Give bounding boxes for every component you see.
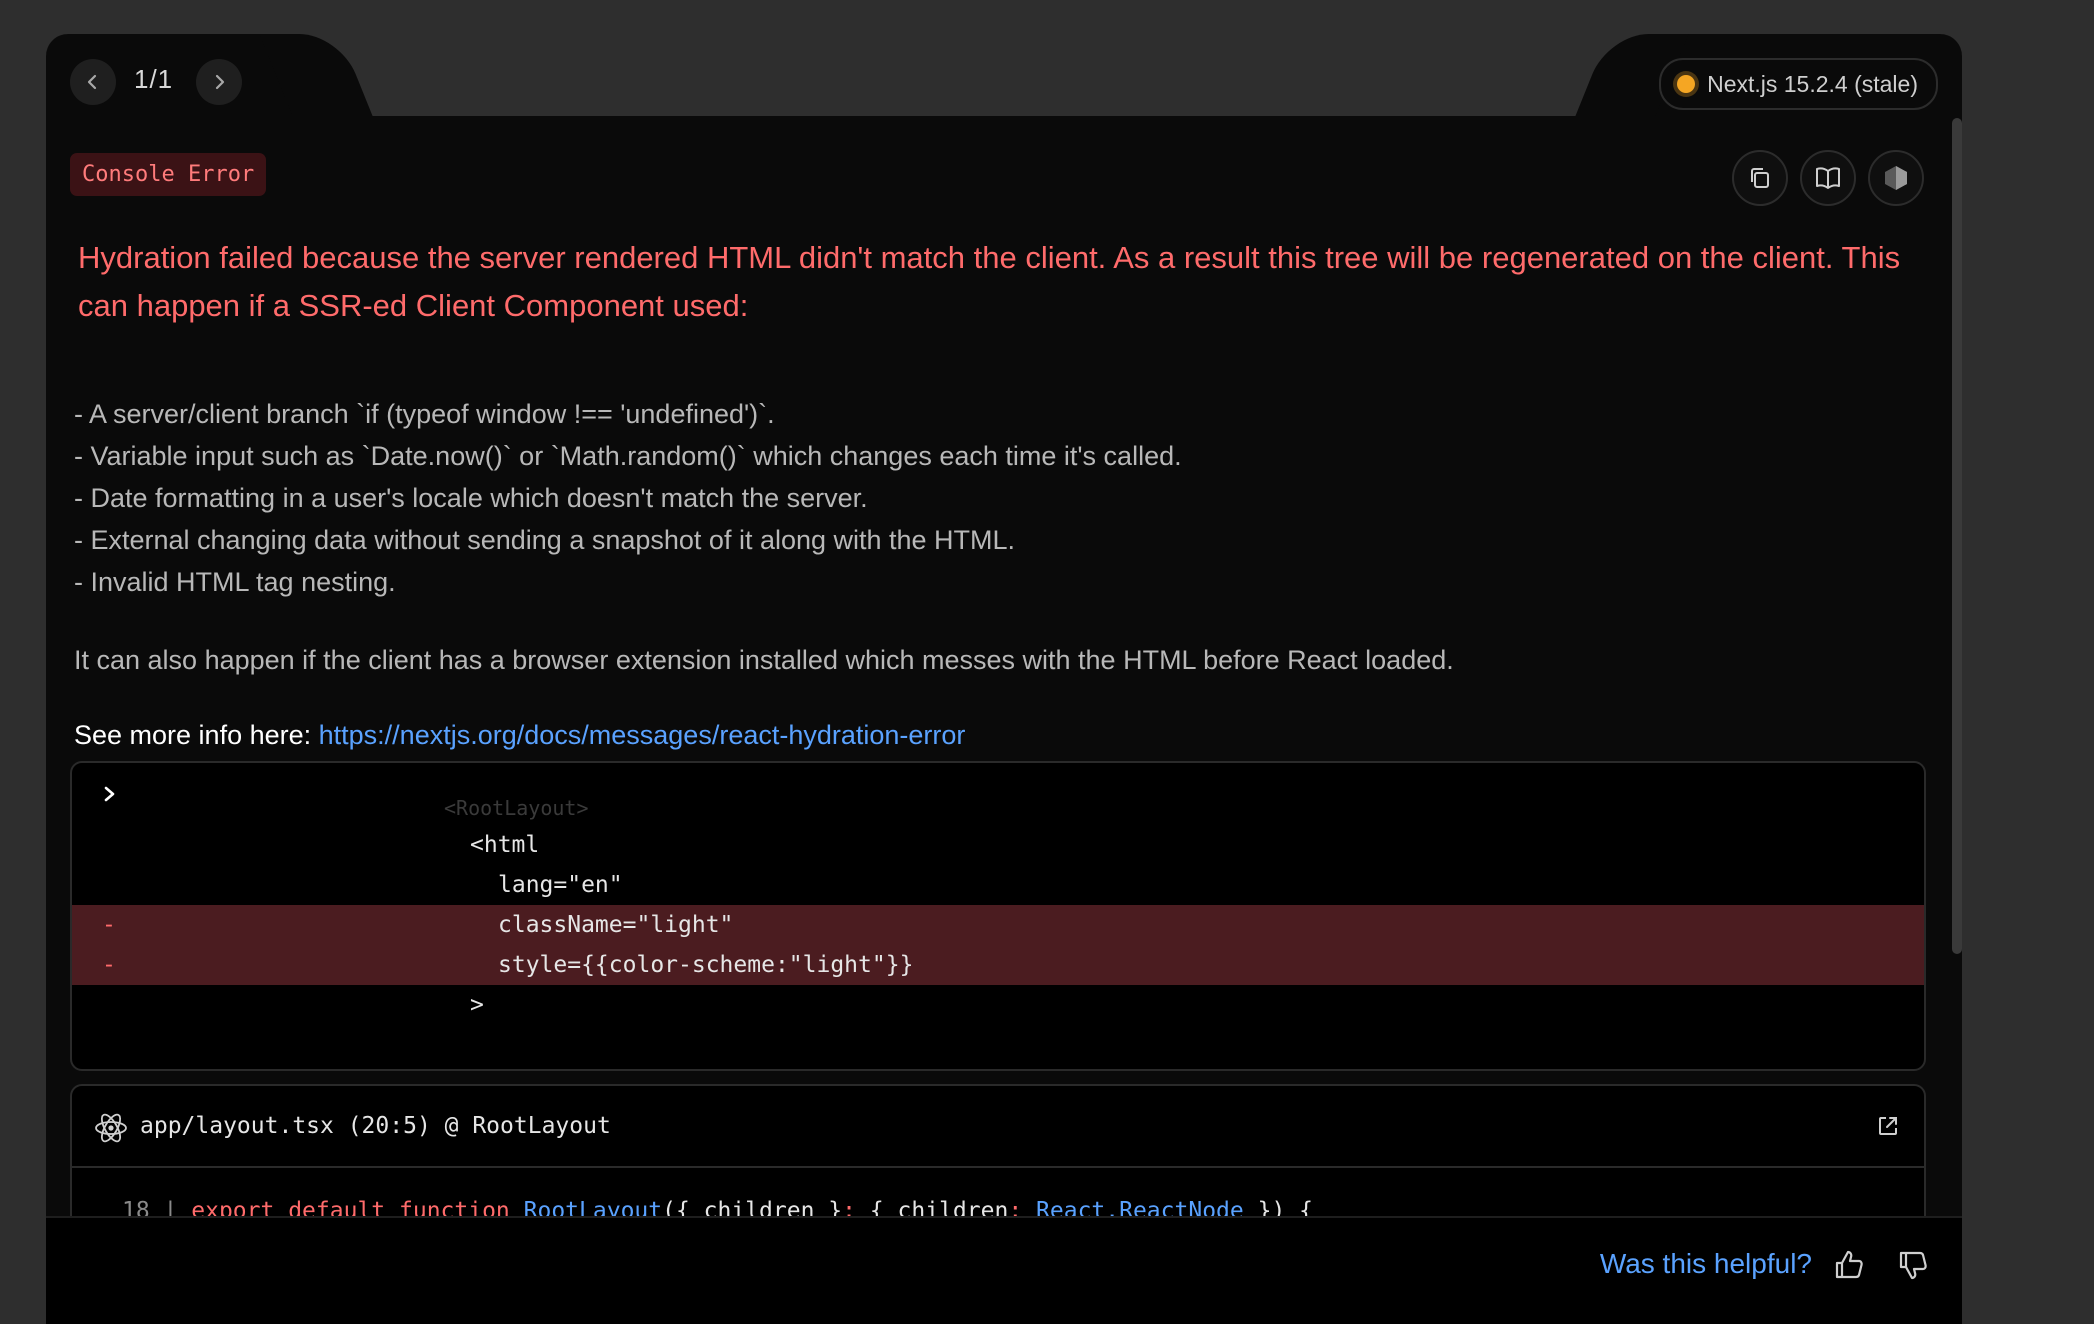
next-error-button[interactable] — [196, 59, 242, 105]
thumbs-up-button[interactable] — [1832, 1248, 1866, 1287]
prev-error-button[interactable] — [70, 59, 116, 105]
scrollbar[interactable] — [1952, 118, 1962, 954]
top-bar: 1/1 Next.js 15.2.4 (stale) — [46, 34, 1962, 116]
expand-diff-toggle[interactable] — [102, 781, 118, 809]
version-badge[interactable]: Next.js 15.2.4 (stale) — [1659, 58, 1938, 110]
list-item: - External changing data without sending… — [74, 525, 1016, 555]
diff-line: <html — [72, 825, 1924, 865]
diff-code: className="light" — [498, 912, 734, 938]
diff-line-removed: - style={{color-scheme:"light"}} — [72, 945, 1924, 985]
error-type-badge: Console Error — [70, 153, 267, 196]
book-icon — [1816, 167, 1840, 189]
list-item: - Invalid HTML tag nesting. — [74, 567, 396, 597]
docs-button[interactable] — [1800, 150, 1856, 206]
list-item: - Date formatting in a user's locale whi… — [74, 483, 868, 513]
error-nav-tab: 1/1 — [46, 34, 316, 116]
hydration-diff: <RootLayout> <html lang="en" - className… — [70, 761, 1926, 1071]
nodejs-hexagon-icon — [1885, 166, 1907, 190]
list-item: - Variable input such as `Date.now()` or… — [74, 441, 1182, 471]
react-icon — [95, 1113, 127, 1143]
error-counter: 1/1 — [134, 64, 174, 94]
thumbs-down-icon — [1899, 1251, 1927, 1280]
error-causes-list: - A server/client branch `if (typeof win… — [74, 393, 1182, 603]
diff-line: > — [72, 985, 1924, 1025]
chevron-right-icon — [104, 786, 115, 802]
version-label: Next.js 15.2.4 (stale) — [1707, 70, 1918, 97]
source-file-path: app/layout.tsx (20:5) @ RootLayout — [140, 1113, 611, 1139]
diff-line-removed: - className="light" — [72, 905, 1924, 945]
diff-code: <html — [470, 832, 540, 858]
helpful-prompt: Was this helpful? — [1599, 1248, 1812, 1279]
hydration-docs-link[interactable]: https://nextjs.org/docs/messages/react-h… — [319, 720, 966, 750]
chevron-left-icon — [87, 74, 97, 90]
version-tab: Next.js 15.2.4 (stale) — [1632, 34, 1962, 116]
chevron-right-icon — [215, 74, 225, 90]
diff-code: > — [470, 992, 484, 1018]
feedback-footer: Was this helpful? — [46, 1216, 1962, 1324]
thumbs-down-button[interactable] — [1896, 1248, 1930, 1287]
error-overlay: 1/1 Next.js 15.2.4 (stale) Console Error… — [46, 34, 1962, 1324]
copy-error-button[interactable] — [1732, 150, 1788, 206]
copy-icon — [1751, 168, 1769, 188]
diff-line: lang="en" — [72, 865, 1924, 905]
extension-note: It can also happen if the client has a b… — [74, 645, 1454, 675]
source-frame-header: app/layout.tsx (20:5) @ RootLayout — [72, 1086, 1924, 1168]
stale-status-dot-icon — [1677, 75, 1696, 93]
diff-faded-line: <RootLayout> — [444, 796, 589, 820]
nodejs-inspector-button[interactable] — [1868, 150, 1924, 206]
error-title: Hydration failed because the server rend… — [78, 240, 1901, 323]
diff-code: lang="en" — [498, 872, 623, 898]
diff-code: style={{color-scheme:"light"}} — [498, 952, 914, 978]
thumbs-up-icon — [1835, 1250, 1863, 1279]
diff-marker: - — [102, 912, 116, 938]
open-in-editor-button[interactable] — [1876, 1114, 1900, 1144]
list-item: - A server/client branch `if (typeof win… — [74, 399, 775, 429]
diff-marker: - — [102, 952, 116, 978]
more-info-label: See more info here: — [74, 720, 319, 750]
external-link-icon — [1879, 1117, 1897, 1135]
more-info: See more info here: https://nextjs.org/d… — [74, 720, 965, 751]
